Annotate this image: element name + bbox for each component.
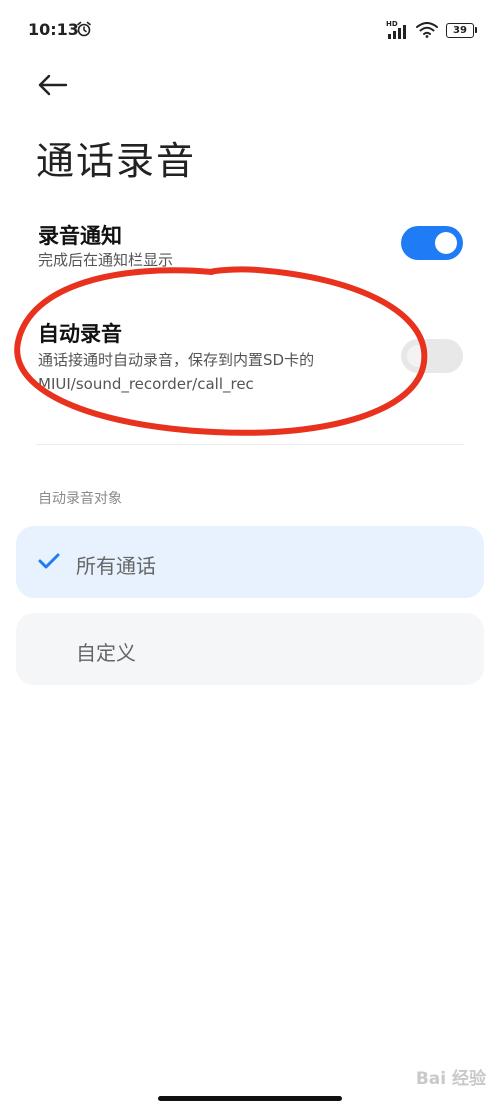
cellular-signal-icon: HD — [386, 21, 408, 39]
toggle-knob — [435, 232, 457, 254]
battery-level: 39 — [453, 24, 467, 36]
record-notification-row[interactable]: 录音通知 完成后在通知栏显示 — [0, 210, 500, 280]
status-indicators: HD 39 — [386, 19, 477, 41]
watermark: Bai 经验 — [415, 1069, 486, 1089]
auto-record-subtitle: 通话接通时自动录音，保存到内置SD卡的 — [38, 351, 315, 369]
toggle-knob — [407, 345, 429, 367]
battery-icon: 39 — [446, 22, 477, 38]
record-notification-subtitle: 完成后在通知栏显示 — [38, 251, 174, 269]
auto-record-path: MIUI/sound_recorder/call_rec — [38, 375, 254, 393]
check-icon — [38, 553, 60, 569]
auto-record-toggle[interactable] — [401, 339, 463, 373]
back-arrow-icon[interactable] — [36, 72, 70, 98]
divider — [36, 444, 464, 445]
record-notification-title: 录音通知 — [38, 224, 122, 248]
section-label: 自动录音对象 — [38, 491, 122, 507]
status-time: 10:13 — [28, 20, 79, 39]
option-custom[interactable]: 自定义 — [16, 613, 484, 685]
alarm-clock-icon — [77, 21, 91, 37]
option-custom-label: 自定义 — [76, 641, 136, 665]
home-indicator[interactable] — [158, 1096, 342, 1101]
record-notification-toggle[interactable] — [401, 226, 463, 260]
option-all-calls-label: 所有通话 — [76, 554, 156, 578]
auto-record-title: 自动录音 — [38, 322, 122, 346]
auto-record-row[interactable]: 自动录音 通话接通时自动录音，保存到内置SD卡的 MIUI/sound_reco… — [0, 310, 500, 410]
page-title: 通话录音 — [36, 139, 197, 183]
option-all-calls[interactable]: 所有通话 — [16, 526, 484, 598]
wifi-icon — [416, 22, 438, 38]
